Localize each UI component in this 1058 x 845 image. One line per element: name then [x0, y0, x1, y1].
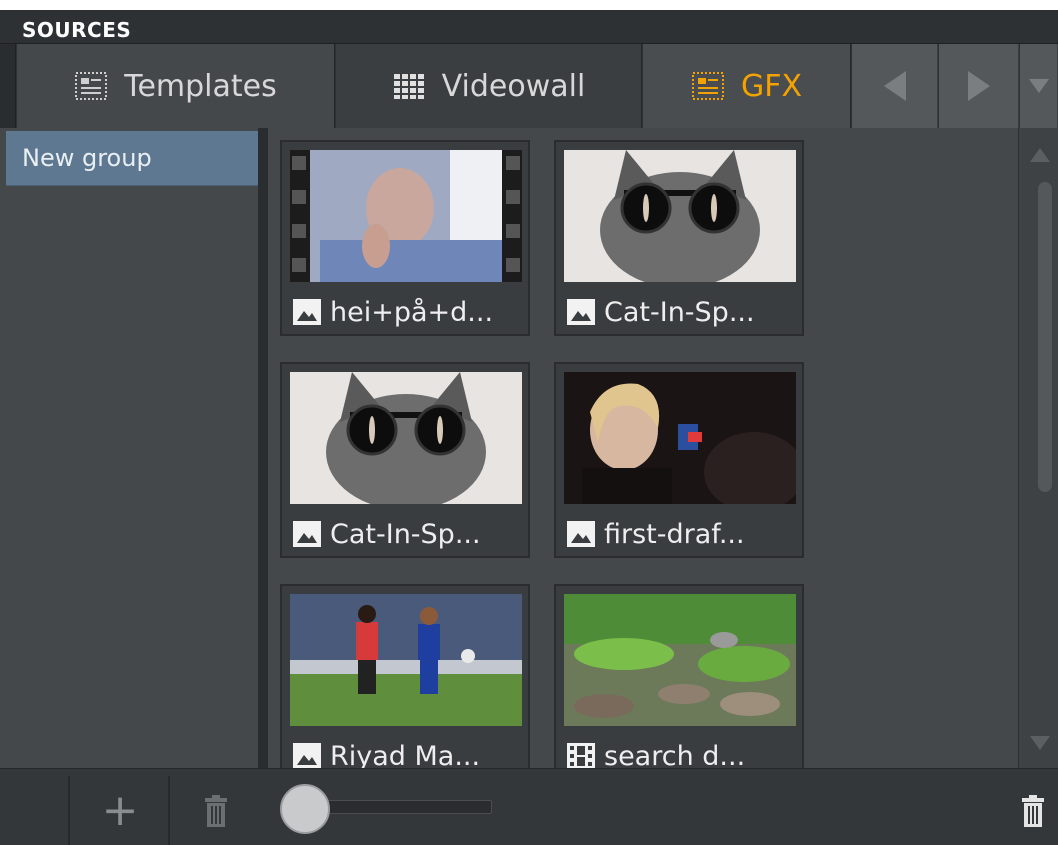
- delete-group-button[interactable]: [170, 776, 262, 845]
- tab-gfx[interactable]: GFX: [643, 44, 851, 128]
- item-caption: first-draf...: [566, 514, 745, 554]
- dropdown-arrow-icon: [1028, 79, 1049, 93]
- item-caption: Cat-In-Sp...: [566, 292, 755, 332]
- video-icon: [566, 742, 596, 768]
- add-icon: +: [101, 785, 139, 836]
- item-caption-label: Cat-In-Sp...: [604, 296, 755, 328]
- panel-title: SOURCES: [22, 18, 132, 42]
- tab-templates[interactable]: Templates: [17, 44, 335, 128]
- item-card[interactable]: Cat-In-Sp...: [280, 362, 530, 558]
- group-list: [0, 128, 258, 768]
- item-caption: Riyad Ma...: [292, 736, 480, 768]
- delete-item-button[interactable]: [1008, 776, 1058, 845]
- item-thumbnail: [564, 372, 796, 504]
- next-tab-button[interactable]: [939, 44, 1019, 128]
- item-caption-label: first-draf...: [604, 518, 745, 550]
- image-icon: [292, 742, 322, 768]
- trash-icon: [1022, 794, 1044, 827]
- videowall-icon: [392, 71, 426, 101]
- item-caption-label: Riyad Ma...: [330, 740, 481, 769]
- item-caption: hei+på+d...: [292, 292, 493, 332]
- item-thumbnail: [290, 150, 522, 282]
- item-grid: hei+på+d... Cat-In-Sp... Cat-In-Sp... fi…: [268, 128, 1018, 768]
- image-icon: [566, 520, 596, 548]
- item-caption-label: Cat-In-Sp...: [330, 518, 481, 550]
- toolbar-divider: [68, 776, 70, 845]
- previous-tab-button[interactable]: [852, 44, 938, 128]
- panel-header: SOURCES: [0, 10, 1058, 44]
- pane-splitter[interactable]: [258, 128, 268, 845]
- zoom-slider-handle[interactable]: [280, 784, 330, 834]
- image-icon: [292, 298, 322, 326]
- item-thumbnail: [564, 150, 796, 282]
- item-thumbnail: [564, 594, 796, 726]
- tab-videowall[interactable]: Videowall: [336, 44, 642, 128]
- item-card[interactable]: first-draf...: [554, 362, 804, 558]
- window-top-edge: [0, 0, 1058, 10]
- item-card[interactable]: hei+på+d...: [280, 140, 530, 336]
- item-card[interactable]: Cat-In-Sp...: [554, 140, 804, 336]
- tab-gfx-label: GFX: [740, 68, 803, 104]
- add-group-button[interactable]: +: [72, 776, 168, 845]
- item-caption-label: search d...: [604, 740, 746, 769]
- tab-bar-left-edge: [0, 44, 16, 128]
- image-icon: [292, 520, 322, 548]
- gfx-icon: [691, 71, 725, 101]
- trash-icon: [205, 794, 227, 827]
- image-icon: [566, 298, 596, 326]
- template-icon: [74, 71, 108, 101]
- item-caption: Cat-In-Sp...: [292, 514, 481, 554]
- item-thumbnail: [290, 372, 522, 504]
- previous-arrow-icon: [883, 71, 906, 101]
- scrollbar-thumb[interactable]: [1038, 182, 1052, 492]
- item-thumbnail: [290, 594, 522, 726]
- tab-templates-label: Templates: [124, 68, 277, 104]
- next-arrow-icon: [967, 71, 990, 101]
- tab-menu-button[interactable]: [1020, 44, 1058, 128]
- group-item-label: New group: [22, 144, 152, 172]
- item-caption: search d...: [566, 736, 745, 768]
- group-item-new-group[interactable]: New group: [6, 131, 258, 186]
- item-card[interactable]: search d...: [554, 584, 804, 768]
- item-card[interactable]: Riyad Ma...: [280, 584, 530, 768]
- item-caption-label: hei+på+d...: [330, 296, 494, 328]
- tab-videowall-label: Videowall: [441, 68, 586, 104]
